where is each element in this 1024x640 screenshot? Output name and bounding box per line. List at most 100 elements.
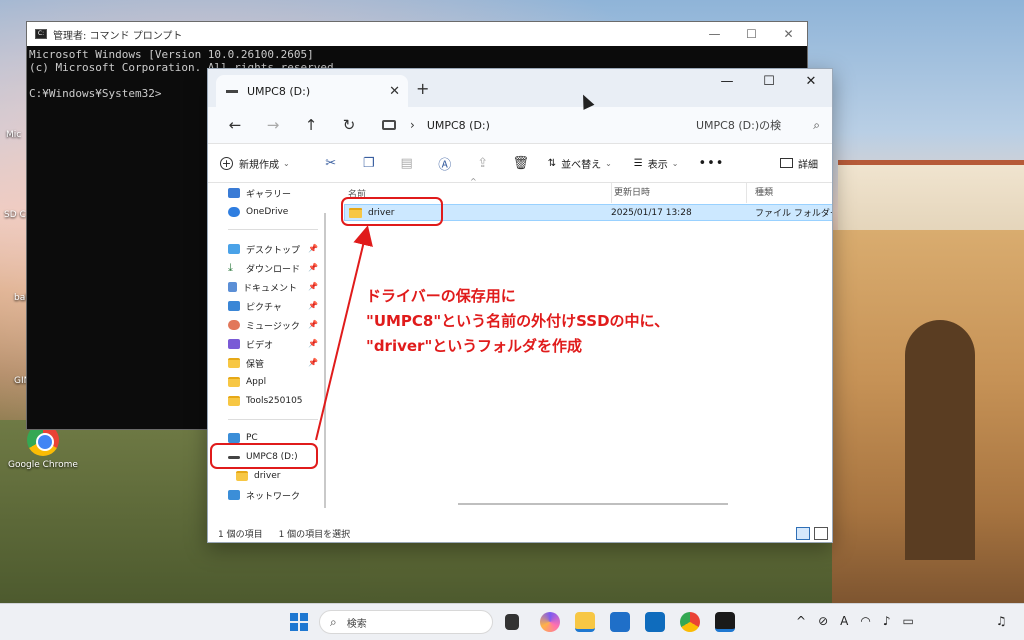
row-type: ファイル フォルダー [755,209,833,219]
nav-item-music[interactable]: ミュージック [228,316,300,334]
computer-icon[interactable] [382,120,396,130]
column-modified[interactable]: 更新日時 [611,183,650,203]
nav-label: ピクチャ [246,302,282,313]
nav-item-driver[interactable]: driver [236,467,280,485]
view-button[interactable]: ☰ 表示 ⌄ [634,156,679,171]
terminal-icon[interactable] [715,612,735,632]
nav-label: OneDrive [246,207,289,217]
new-tab-button[interactable]: + [416,79,429,98]
up-arrow-icon[interactable]: ↑ [292,116,330,134]
taskbar-search[interactable]: ⌕ 検索 [319,610,493,634]
share-icon[interactable]: ⇪ [464,156,502,171]
ime-icon[interactable]: A [840,614,848,628]
tab-umpc8[interactable]: UMPC8 (D:) ✕ [216,75,408,107]
download-icon: ⤓ [228,261,233,274]
task-view-icon[interactable] [505,614,519,630]
highlight-driver-folder [341,197,443,226]
details-button[interactable]: 詳細 [780,156,818,171]
chevron-down-icon: ⌄ [605,158,612,168]
desktop-icon [228,244,240,254]
annotation-text: ドライバーの保存用に "UMPC8"という名前の外付けSSDの中に、 "driv… [366,287,670,355]
wallpaper-town [838,165,1024,240]
tab-close-button[interactable]: ✕ [389,84,400,99]
rename-icon[interactable]: Ⓐ [426,154,464,173]
sort-label: 並べ替え [561,159,602,171]
chrome-icon[interactable] [680,612,700,632]
nav-label: Appl [246,377,267,387]
file-explorer-icon[interactable] [575,612,595,632]
nav-item-documents[interactable]: ドキュメント [228,278,297,296]
nav-item-gallery[interactable]: ギャラリー [228,184,291,202]
forward-arrow-icon[interactable]: → [254,116,292,134]
desktop-icon-google-chrome[interactable]: Google Chrome [8,424,78,470]
nav-label: PC [246,433,258,443]
nav-item-onedrive[interactable]: OneDrive [228,203,288,221]
cloud-icon [228,207,240,217]
tiles-view-icon[interactable] [814,527,828,540]
nav-item-network[interactable]: ネットワーク [228,486,300,504]
folder-icon [228,396,240,406]
search-icon: ⌕ [813,117,820,132]
item-count: 1 個の項目 [218,530,263,540]
highlight-umpc8-drive [210,443,318,469]
back-arrow-icon[interactable]: ← [216,116,254,134]
search-placeholder: UMPC8 (D:)の検 [696,119,782,132]
taskbar-search-placeholder: 検索 [346,618,367,630]
cut-icon[interactable]: ✂ [312,156,350,171]
new-button[interactable]: + 新規作成 ⌄ [220,156,290,171]
terminal-icon: C: [35,29,47,39]
store-icon[interactable] [610,612,630,632]
nav-label: ネットワーク [246,491,301,502]
chevron-up-icon[interactable]: ^ [796,614,806,628]
horizontal-scrollbar[interactable] [458,503,728,505]
nav-label: driver [254,471,281,481]
nav-item-storage[interactable]: 保管 [228,354,264,372]
nav-item-appl[interactable]: Appl [228,373,266,391]
nav-item-pictures[interactable]: ピクチャ [228,297,282,315]
volume-icon[interactable]: ♪ [883,614,891,628]
view-label: 表示 [647,159,668,171]
sort-button[interactable]: ⇅ 並べ替え ⌄ [548,156,612,171]
network-icon [228,490,240,500]
nav-item-tools[interactable]: Tools250105 [228,392,303,410]
copy-icon[interactable]: ❐ [350,156,388,171]
nav-label: デスクトップ [246,245,301,256]
search-input[interactable]: UMPC8 (D:)の検 ⌕ [696,117,826,133]
outlook-icon[interactable] [645,612,665,632]
chevron-right-icon[interactable]: › [410,118,415,132]
cmd-titlebar[interactable]: C: 管理者: コマンド プロンプト — ☐ ✕ [27,22,807,46]
row-modified: 2025/01/17 13:28 [611,207,692,218]
copilot-icon[interactable] [540,612,560,632]
drive-icon [226,89,238,93]
details-pane-icon [780,158,793,168]
start-button[interactable] [290,613,308,631]
paste-icon[interactable]: ▤ [388,156,426,171]
tab-title: UMPC8 (D:) [247,84,311,98]
nav-scrollbar[interactable] [324,213,326,508]
cmd-minimize-button[interactable]: — [696,27,733,41]
breadcrumb-drive[interactable]: UMPC8 (D:) [427,119,490,132]
no-sync-icon[interactable]: ⊘ [818,614,828,628]
more-options-button[interactable]: ••• [698,156,724,171]
notification-icon[interactable]: ♫ [996,614,1007,628]
minimize-button[interactable]: — [706,69,748,97]
desktop-icon-mic[interactable]: Mic [6,130,21,140]
delete-icon[interactable]: 🗑 [502,156,540,171]
close-button[interactable]: ✕ [790,69,832,97]
explorer-tabbar: UMPC8 (D:) ✕ + — ☐ ✕ [208,69,832,107]
nav-item-videos[interactable]: ビデオ [228,335,273,353]
details-view-icon[interactable] [796,527,810,540]
music-icon [228,320,240,330]
wallpaper-arch [905,320,975,560]
pictures-icon [228,301,240,311]
cmd-close-button[interactable]: ✕ [770,27,807,41]
column-type[interactable]: 種類 [746,183,773,203]
wifi-icon[interactable]: ◠ [860,614,870,628]
nav-item-desktop[interactable]: デスクトップ [228,240,300,258]
maximize-button[interactable]: ☐ [748,69,790,97]
pin-icon: 📌 [308,263,318,272]
nav-item-downloads[interactable]: ⤓ ダウンロード [228,259,300,277]
cmd-maximize-button[interactable]: ☐ [733,27,770,41]
refresh-icon[interactable]: ↻ [330,116,368,134]
battery-icon[interactable]: ▭ [903,614,914,628]
